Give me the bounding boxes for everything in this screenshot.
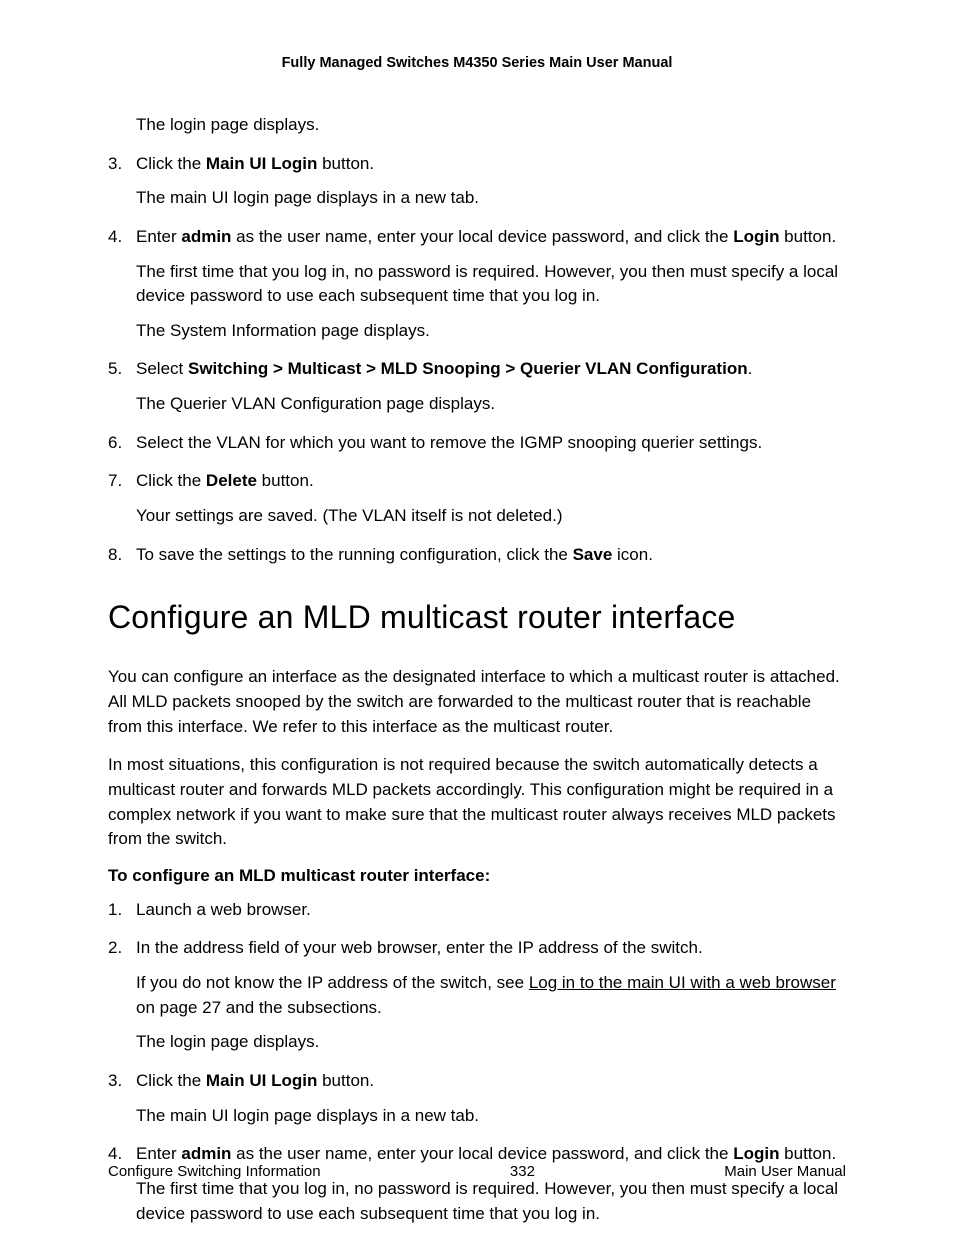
continued-steps-list: 3. Click the Main UI Login button. The m… (108, 152, 846, 568)
step-text: Launch a web browser. (136, 900, 311, 919)
step-text: To save the settings to the running conf… (136, 545, 653, 564)
step-number: 1. (108, 898, 122, 923)
step-8: 8. To save the settings to the running c… (108, 543, 846, 568)
step-number: 7. (108, 469, 122, 494)
step-note-1: The first time that you log in, no passw… (136, 260, 846, 309)
step-result: Your settings are saved. (The VLAN itsel… (136, 504, 846, 529)
step-text: Enter admin as the user name, enter your… (136, 1144, 836, 1163)
footer-left: Configure Switching Information (108, 1163, 321, 1180)
section-intro-1: You can configure an interface as the de… (108, 665, 846, 739)
proc-step-2: 2. In the address field of your web brow… (108, 936, 846, 1055)
step-note-2: The System Information page displays. (136, 319, 846, 344)
procedure-subhead: To configure an MLD multicast router int… (108, 866, 846, 886)
step-note: The first time that you log in, no passw… (136, 1177, 846, 1226)
step-text: Click the Delete button. (136, 471, 314, 490)
page-header-title: Fully Managed Switches M4350 Series Main… (108, 55, 846, 71)
step-3: 3. Click the Main UI Login button. The m… (108, 152, 846, 211)
footer-right: Main User Manual (724, 1163, 846, 1180)
step-result: The main UI login page displays in a new… (136, 186, 846, 211)
step-text: Select the VLAN for which you want to re… (136, 433, 762, 452)
step-note: If you do not know the IP address of the… (136, 971, 846, 1020)
section-intro-2: In most situations, this configuration i… (108, 753, 846, 852)
step-number: 4. (108, 225, 122, 250)
step-result: The main UI login page displays in a new… (136, 1104, 846, 1129)
step-6: 6. Select the VLAN for which you want to… (108, 431, 846, 456)
section-heading: Configure an MLD multicast router interf… (108, 597, 846, 637)
proc-step-1: 1. Launch a web browser. (108, 898, 846, 923)
xref-link-main-ui-login[interactable]: Log in to the main UI with a web browser (529, 973, 836, 992)
step-result: The login page displays. (136, 1030, 846, 1055)
step-result: The Querier VLAN Configuration page disp… (136, 392, 846, 417)
footer-page-number: 332 (510, 1163, 535, 1180)
step-7: 7. Click the Delete button. Your setting… (108, 469, 846, 528)
step-text: Click the Main UI Login button. (136, 1071, 374, 1090)
step-text: Select Switching > Multicast > MLD Snoop… (136, 359, 752, 378)
step-number: 3. (108, 152, 122, 177)
step-text: Enter admin as the user name, enter your… (136, 227, 836, 246)
step-5: 5. Select Switching > Multicast > MLD Sn… (108, 357, 846, 416)
step-text: Click the Main UI Login button. (136, 154, 374, 173)
proc-step-4: 4. Enter admin as the user name, enter y… (108, 1142, 846, 1226)
step-number: 2. (108, 936, 122, 961)
step-number: 8. (108, 543, 122, 568)
step-number: 6. (108, 431, 122, 456)
step-number: 5. (108, 357, 122, 382)
step-text: In the address field of your web browser… (136, 938, 703, 957)
proc-step-3: 3. Click the Main UI Login button. The m… (108, 1069, 846, 1128)
step-number: 3. (108, 1069, 122, 1094)
page-footer: Configure Switching Information 332 Main… (108, 1163, 846, 1180)
continuation-login-displays: The login page displays. (136, 113, 846, 138)
step-4: 4. Enter admin as the user name, enter y… (108, 225, 846, 344)
